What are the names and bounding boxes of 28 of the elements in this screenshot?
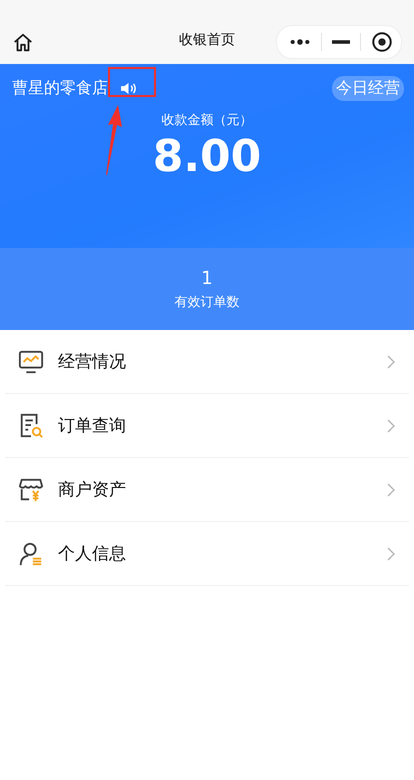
- more-icon[interactable]: [289, 37, 311, 47]
- menu-item[interactable]: 订单查询: [5, 394, 409, 458]
- document-search-icon: [18, 412, 44, 438]
- home-icon[interactable]: [12, 32, 34, 54]
- shop-name: 曹星的零食店: [12, 78, 108, 99]
- storefront-icon: [18, 476, 44, 502]
- minimize-icon[interactable]: [332, 40, 350, 44]
- close-icon[interactable]: [371, 31, 393, 53]
- order-count: 1: [201, 268, 213, 288]
- amount-label: 收款金额（元）: [162, 112, 252, 129]
- menu-label: 商户资产: [58, 479, 127, 501]
- user-icon: [18, 540, 44, 566]
- highlight-box: [108, 67, 156, 97]
- menu-label: 订单查询: [58, 415, 127, 437]
- chevron-right-icon: [387, 418, 395, 432]
- amount-value: 8.00: [152, 131, 262, 182]
- speaker-icon[interactable]: [120, 82, 137, 95]
- chevron-right-icon: [387, 482, 395, 496]
- menu-item[interactable]: 商户资产: [5, 458, 409, 522]
- page-title: 收银首页: [179, 31, 235, 49]
- chevron-right-icon: [387, 354, 395, 368]
- monitor-chart-icon: [18, 348, 44, 374]
- menu-item[interactable]: 经营情况: [5, 330, 409, 394]
- menu-item[interactable]: 个人信息: [5, 522, 409, 586]
- menu-label: 经营情况: [58, 351, 127, 373]
- menu-label: 个人信息: [58, 543, 127, 565]
- order-count-label: 有效订单数: [174, 294, 240, 310]
- chevron-right-icon: [387, 546, 395, 560]
